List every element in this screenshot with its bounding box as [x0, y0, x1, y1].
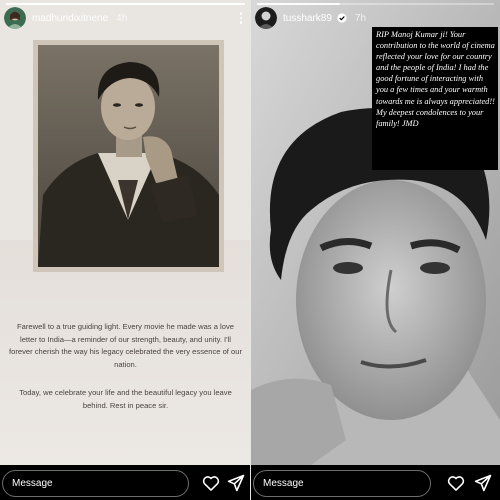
caption-box: RIP Manoj Kumar ji! Your contribution to… — [372, 27, 498, 170]
story-right[interactable]: RIP Manoj Kumar ji! Your contribution to… — [251, 0, 500, 500]
story-username[interactable]: tusshark89 — [283, 13, 332, 24]
story-timestamp: 4h — [116, 12, 128, 24]
story-caption: RIP Manoj Kumar ji! Your contribution to… — [376, 30, 495, 128]
story-progress-fill — [257, 3, 340, 5]
story-progress-fill — [6, 3, 245, 5]
heart-icon[interactable] — [446, 473, 466, 493]
story-timestamp: 7h — [354, 12, 367, 24]
tribute-paragraph: Farewell to a true guiding light. Every … — [9, 322, 242, 369]
story-progress-bar — [6, 3, 245, 5]
story-reply-bar: Message — [0, 465, 251, 500]
story-username[interactable]: madhuridixitnene — [32, 13, 108, 24]
message-input[interactable]: Message — [253, 470, 431, 497]
more-icon[interactable] — [235, 10, 247, 26]
tribute-closing-paragraph: Today, we celebrate your life and the be… — [19, 388, 232, 410]
share-icon[interactable] — [226, 473, 246, 493]
avatar[interactable] — [4, 7, 26, 29]
heart-icon[interactable] — [201, 473, 221, 493]
story-header: tusshark89 7h — [255, 6, 496, 30]
vintage-photo — [33, 40, 224, 272]
story-left[interactable]: Farewell to a true guiding light. Every … — [0, 0, 251, 500]
share-icon[interactable] — [473, 473, 493, 493]
story-progress-bar — [257, 3, 494, 5]
verified-icon — [337, 13, 347, 23]
avatar[interactable] — [255, 7, 277, 29]
story-reply-bar: Message — [251, 465, 500, 500]
message-input[interactable]: Message — [2, 470, 189, 497]
story-header: madhuridixitnene 4h — [4, 6, 247, 30]
